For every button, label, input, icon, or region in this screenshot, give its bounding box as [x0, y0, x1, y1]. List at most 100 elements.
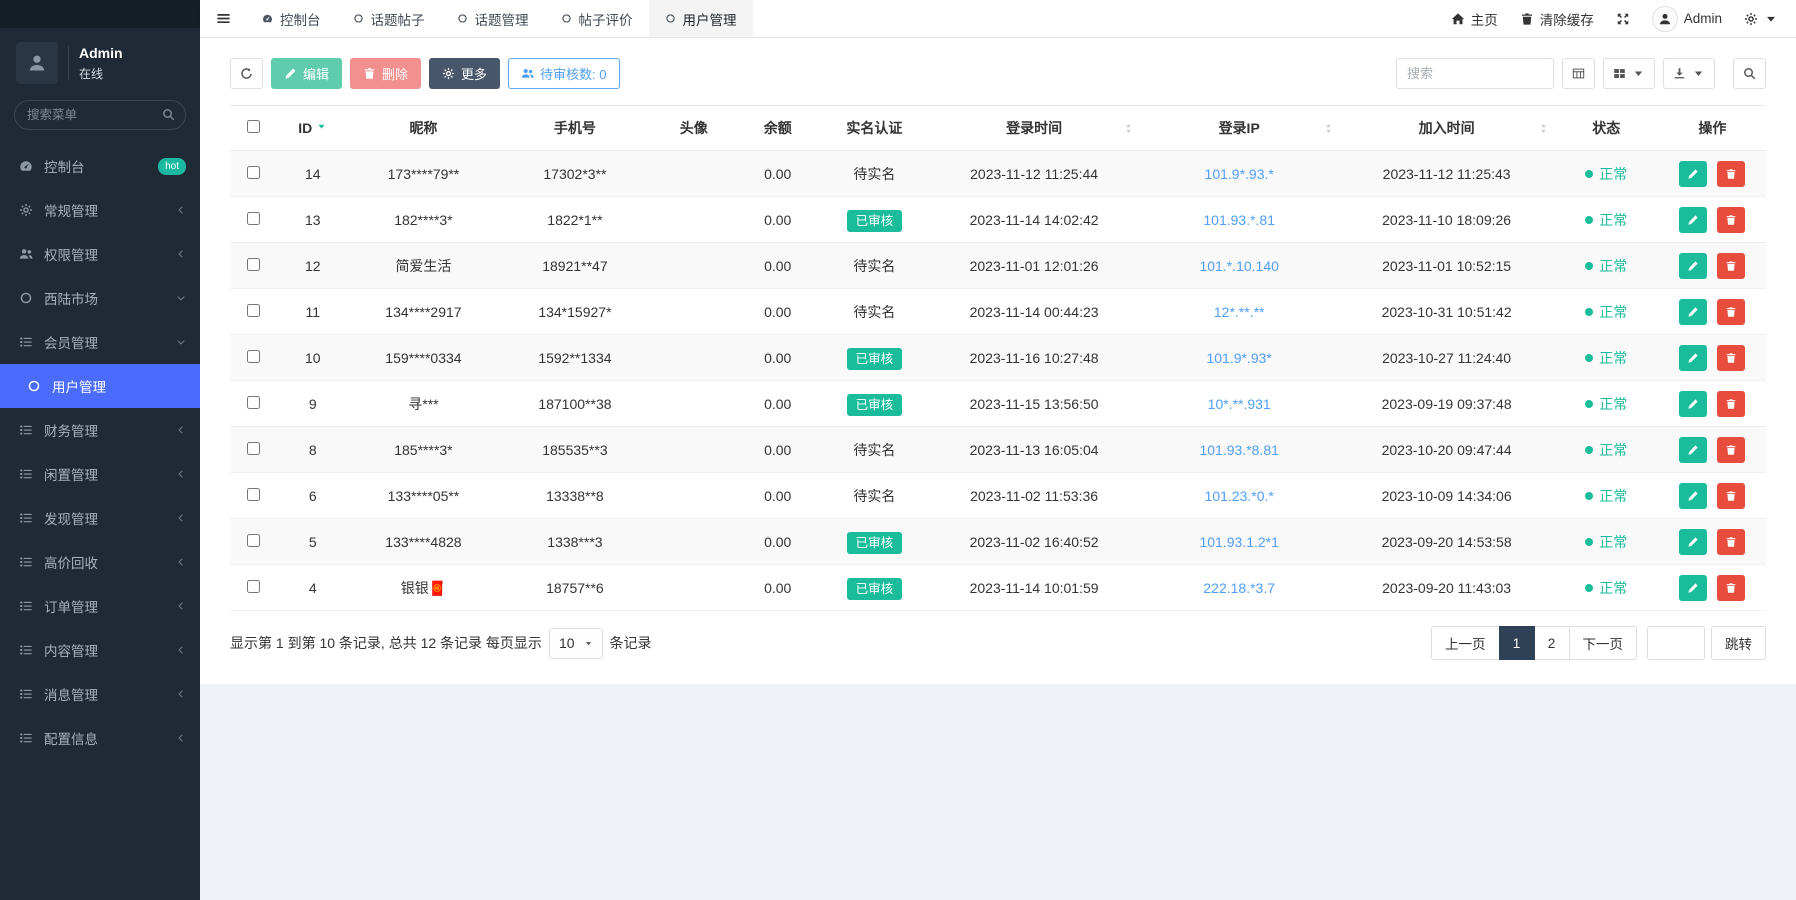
admin-menu[interactable]: Admin [1651, 5, 1722, 32]
jump-button[interactable]: 跳转 [1711, 626, 1766, 660]
row-checkbox[interactable] [246, 303, 260, 317]
row-edit-button[interactable] [1679, 436, 1708, 463]
cell-operations [1658, 242, 1766, 289]
sidebar-item-general[interactable]: 常规管理 [0, 188, 200, 232]
sidebar-item-config[interactable]: 配置信息 [0, 716, 200, 760]
row-delete-button[interactable] [1717, 298, 1746, 325]
login-ip-link[interactable]: 10*.**.931 [1208, 396, 1271, 412]
column-header-login_ip[interactable]: 登录IP [1138, 105, 1340, 151]
page-button-1[interactable]: 1 [1498, 626, 1535, 660]
jump-page-input[interactable] [1647, 626, 1705, 660]
next-page-button[interactable]: 下一页 [1568, 626, 1637, 660]
row-edit-button[interactable] [1679, 344, 1708, 371]
login-ip-link[interactable]: 101.9*.93.* [1205, 166, 1274, 182]
login-ip-link[interactable]: 101.93.*.81 [1203, 212, 1275, 228]
pencil-icon [1687, 352, 1699, 364]
column-header-select-all[interactable] [230, 105, 277, 151]
column-header-balance: 余额 [735, 105, 820, 151]
cell-select [230, 334, 277, 381]
row-checkbox[interactable] [246, 211, 260, 225]
login-ip-link[interactable]: 222.18.*3.7 [1203, 580, 1275, 596]
prev-page-button[interactable]: 上一页 [1431, 626, 1500, 660]
page-size-select[interactable]: 10 [548, 627, 603, 659]
sidebar-item-market[interactable]: 西陆市场 [0, 276, 200, 320]
row-checkbox[interactable] [246, 579, 260, 593]
row-checkbox[interactable] [246, 257, 260, 271]
row-edit-button[interactable] [1679, 390, 1708, 417]
tab-console[interactable]: 控制台 [246, 0, 337, 37]
sidebar-item-users[interactable]: 用户管理 [0, 364, 200, 408]
row-checkbox[interactable] [246, 533, 260, 547]
sidebar-item-members[interactable]: 会员管理 [0, 320, 200, 364]
table-search-input[interactable] [1396, 58, 1554, 89]
edit-button[interactable]: 编辑 [271, 58, 343, 89]
login-ip-link[interactable]: 101.93.1.2*1 [1199, 534, 1278, 550]
row-delete-button[interactable] [1717, 206, 1746, 233]
delete-button[interactable]: 删除 [350, 58, 422, 89]
advanced-search-button[interactable] [1733, 58, 1766, 89]
tab-post-review[interactable]: 帖子评价 [545, 0, 649, 37]
sidebar-toggle-button[interactable] [200, 0, 246, 37]
login-ip-link[interactable]: 101.23.*0.* [1205, 488, 1274, 504]
sidebar-item-discover[interactable]: 发现管理 [0, 496, 200, 540]
row-checkbox[interactable] [246, 349, 260, 363]
columns-button[interactable] [1603, 58, 1655, 89]
page-button-2[interactable]: 2 [1533, 626, 1570, 660]
row-checkbox[interactable] [246, 165, 260, 179]
tab-topic-posts[interactable]: 话题帖子 [337, 0, 441, 37]
home-link[interactable]: 主页 [1451, 9, 1498, 29]
fullscreen-button[interactable] [1616, 12, 1630, 26]
row-edit-button[interactable] [1679, 298, 1708, 325]
column-header-join_time[interactable]: 加入时间 [1339, 105, 1554, 151]
refresh-button[interactable] [230, 58, 263, 89]
export-button[interactable] [1663, 58, 1715, 89]
cell-login-time: 2023-11-01 12:01:26 [929, 242, 1139, 289]
toggle-view-button[interactable] [1562, 58, 1595, 89]
row-edit-button[interactable] [1679, 482, 1708, 509]
column-header-login_time[interactable]: 登录时间 [929, 105, 1139, 151]
select-all-checkbox[interactable] [246, 120, 260, 133]
row-delete-button[interactable] [1717, 436, 1746, 463]
login-ip-link[interactable]: 101.*.10.140 [1199, 258, 1278, 274]
row-delete-button[interactable] [1717, 482, 1746, 509]
row-delete-button[interactable] [1717, 528, 1746, 555]
hot-badge: hot [158, 157, 186, 175]
row-delete-button[interactable] [1717, 574, 1746, 601]
cell-phone: 134*15927* [498, 288, 652, 335]
settings-menu[interactable] [1744, 12, 1778, 26]
tab-user-manage[interactable]: 用户管理 [648, 0, 753, 37]
column-header-id[interactable]: ID [276, 105, 349, 151]
cell-phone: 18757**6 [498, 564, 652, 611]
row-checkbox[interactable] [246, 395, 260, 409]
row-edit-button[interactable] [1679, 206, 1708, 233]
row-delete-button[interactable] [1717, 344, 1746, 371]
sidebar-item-content[interactable]: 内容管理 [0, 628, 200, 672]
sidebar-item-finance[interactable]: 财务管理 [0, 408, 200, 452]
cell-id: 10 [276, 334, 349, 381]
sidebar-item-orders[interactable]: 订单管理 [0, 584, 200, 628]
sort-caret-icon [316, 121, 327, 132]
menu-search-input[interactable] [14, 100, 186, 130]
tab-topic-manage[interactable]: 话题管理 [441, 0, 545, 37]
row-edit-button[interactable] [1679, 160, 1708, 187]
clear-cache-link[interactable]: 清除缓存 [1520, 9, 1594, 29]
row-edit-button[interactable] [1679, 252, 1708, 279]
login-ip-link[interactable]: 12*.**.** [1214, 304, 1265, 320]
row-delete-button[interactable] [1717, 252, 1746, 279]
login-ip-link[interactable]: 101.9*.93* [1206, 350, 1271, 366]
row-delete-button[interactable] [1717, 390, 1746, 417]
row-edit-button[interactable] [1679, 574, 1708, 601]
sidebar-item-permissions[interactable]: 权限管理 [0, 232, 200, 276]
pending-review-button[interactable]: 待审核数: 0 [508, 58, 620, 89]
sidebar-item-messages[interactable]: 消息管理 [0, 672, 200, 716]
sidebar-item-recycle[interactable]: 高价回收 [0, 540, 200, 584]
row-edit-button[interactable] [1679, 528, 1708, 555]
table-row: 13 182****3* 1822*1** 0.00 已审核 2023-11-1… [230, 196, 1766, 243]
sidebar-item-console[interactable]: 控制台 hot [0, 144, 200, 188]
more-button[interactable]: 更多 [429, 58, 501, 89]
sidebar-item-idle[interactable]: 闲置管理 [0, 452, 200, 496]
login-ip-link[interactable]: 101.93.*8.81 [1199, 442, 1278, 458]
row-checkbox[interactable] [246, 487, 260, 501]
row-delete-button[interactable] [1717, 160, 1746, 187]
row-checkbox[interactable] [246, 441, 260, 455]
